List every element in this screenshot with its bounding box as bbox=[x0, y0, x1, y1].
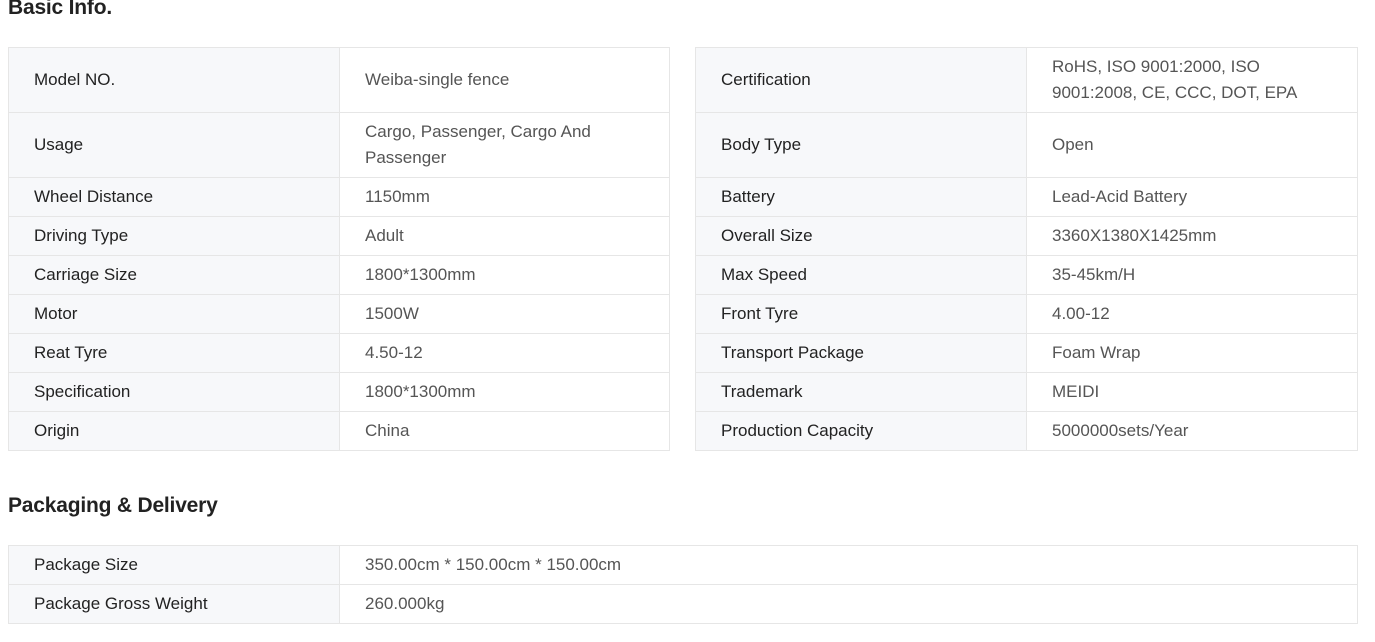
spec-value-reat-tyre: 4.50-12 bbox=[339, 333, 670, 373]
spec-value-overall-size: 3360X1380X1425mm bbox=[1026, 216, 1358, 256]
table-row: Production Capacity 5000000sets/Year bbox=[695, 411, 1358, 451]
spec-label-wheel-distance: Wheel Distance bbox=[8, 177, 340, 217]
spec-label-front-tyre: Front Tyre bbox=[695, 294, 1027, 334]
table-row: Specification 1800*1300mm bbox=[8, 372, 670, 412]
basic-info-title: Basic Info. bbox=[8, 0, 112, 19]
basic-info-table-left: Model NO. Weiba-single fence Usage Cargo… bbox=[8, 47, 670, 451]
table-row: Overall Size 3360X1380X1425mm bbox=[695, 216, 1358, 256]
table-row: Usage Cargo, Passenger, Cargo And Passen… bbox=[8, 112, 670, 178]
table-row: Driving Type Adult bbox=[8, 216, 670, 256]
table-row: Front Tyre 4.00-12 bbox=[695, 294, 1358, 334]
spec-value-motor: 1500W bbox=[339, 294, 670, 334]
spec-label-body-type: Body Type bbox=[695, 112, 1027, 178]
spec-label-driving-type: Driving Type bbox=[8, 216, 340, 256]
table-row: Certification RoHS, ISO 9001:2000, ISO 9… bbox=[695, 47, 1358, 113]
spec-label-package-size: Package Size bbox=[8, 545, 340, 585]
packaging-delivery-title: Packaging & Delivery bbox=[8, 494, 218, 517]
spec-value-trademark: MEIDI bbox=[1026, 372, 1358, 412]
spec-value-package-gross-weight: 260.000kg bbox=[339, 584, 1358, 624]
spec-label-motor: Motor bbox=[8, 294, 340, 334]
spec-value-body-type: Open bbox=[1026, 112, 1358, 178]
spec-label-origin: Origin bbox=[8, 411, 340, 451]
spec-label-certification: Certification bbox=[695, 47, 1027, 113]
spec-value-production-capacity: 5000000sets/Year bbox=[1026, 411, 1358, 451]
spec-value-front-tyre: 4.00-12 bbox=[1026, 294, 1358, 334]
table-row: Body Type Open bbox=[695, 112, 1358, 178]
spec-value-model-no: Weiba-single fence bbox=[339, 47, 670, 113]
spec-value-usage: Cargo, Passenger, Cargo And Passenger bbox=[339, 112, 670, 178]
table-row: Carriage Size 1800*1300mm bbox=[8, 255, 670, 295]
table-row: Transport Package Foam Wrap bbox=[695, 333, 1358, 373]
spec-value-driving-type: Adult bbox=[339, 216, 670, 256]
table-row: Origin China bbox=[8, 411, 670, 451]
spec-label-overall-size: Overall Size bbox=[695, 216, 1027, 256]
table-row: Battery Lead-Acid Battery bbox=[695, 177, 1358, 217]
table-row: Motor 1500W bbox=[8, 294, 670, 334]
spec-label-carriage-size: Carriage Size bbox=[8, 255, 340, 295]
spec-label-package-gross-weight: Package Gross Weight bbox=[8, 584, 340, 624]
spec-value-transport-package: Foam Wrap bbox=[1026, 333, 1358, 373]
spec-label-max-speed: Max Speed bbox=[695, 255, 1027, 295]
spec-label-transport-package: Transport Package bbox=[695, 333, 1027, 373]
spec-value-wheel-distance: 1150mm bbox=[339, 177, 670, 217]
table-row: Package Gross Weight 260.000kg bbox=[8, 584, 1358, 624]
spec-label-reat-tyre: Reat Tyre bbox=[8, 333, 340, 373]
table-row: Package Size 350.00cm * 150.00cm * 150.0… bbox=[8, 545, 1358, 585]
spec-value-specification: 1800*1300mm bbox=[339, 372, 670, 412]
spec-value-certification: RoHS, ISO 9001:2000, ISO 9001:2008, CE, … bbox=[1026, 47, 1358, 113]
table-row: Max Speed 35-45km/H bbox=[695, 255, 1358, 295]
table-row: Wheel Distance 1150mm bbox=[8, 177, 670, 217]
table-row: Trademark MEIDI bbox=[695, 372, 1358, 412]
spec-value-battery: Lead-Acid Battery bbox=[1026, 177, 1358, 217]
spec-value-max-speed: 35-45km/H bbox=[1026, 255, 1358, 295]
spec-value-origin: China bbox=[339, 411, 670, 451]
basic-info-table-right: Certification RoHS, ISO 9001:2000, ISO 9… bbox=[695, 47, 1358, 451]
spec-value-carriage-size: 1800*1300mm bbox=[339, 255, 670, 295]
spec-label-battery: Battery bbox=[695, 177, 1027, 217]
spec-label-trademark: Trademark bbox=[695, 372, 1027, 412]
spec-label-specification: Specification bbox=[8, 372, 340, 412]
packaging-delivery-table: Package Size 350.00cm * 150.00cm * 150.0… bbox=[8, 545, 1358, 624]
spec-value-package-size: 350.00cm * 150.00cm * 150.00cm bbox=[339, 545, 1358, 585]
spec-label-production-capacity: Production Capacity bbox=[695, 411, 1027, 451]
spec-label-usage: Usage bbox=[8, 112, 340, 178]
table-row: Model NO. Weiba-single fence bbox=[8, 47, 670, 113]
table-row: Reat Tyre 4.50-12 bbox=[8, 333, 670, 373]
spec-label-model-no: Model NO. bbox=[8, 47, 340, 113]
